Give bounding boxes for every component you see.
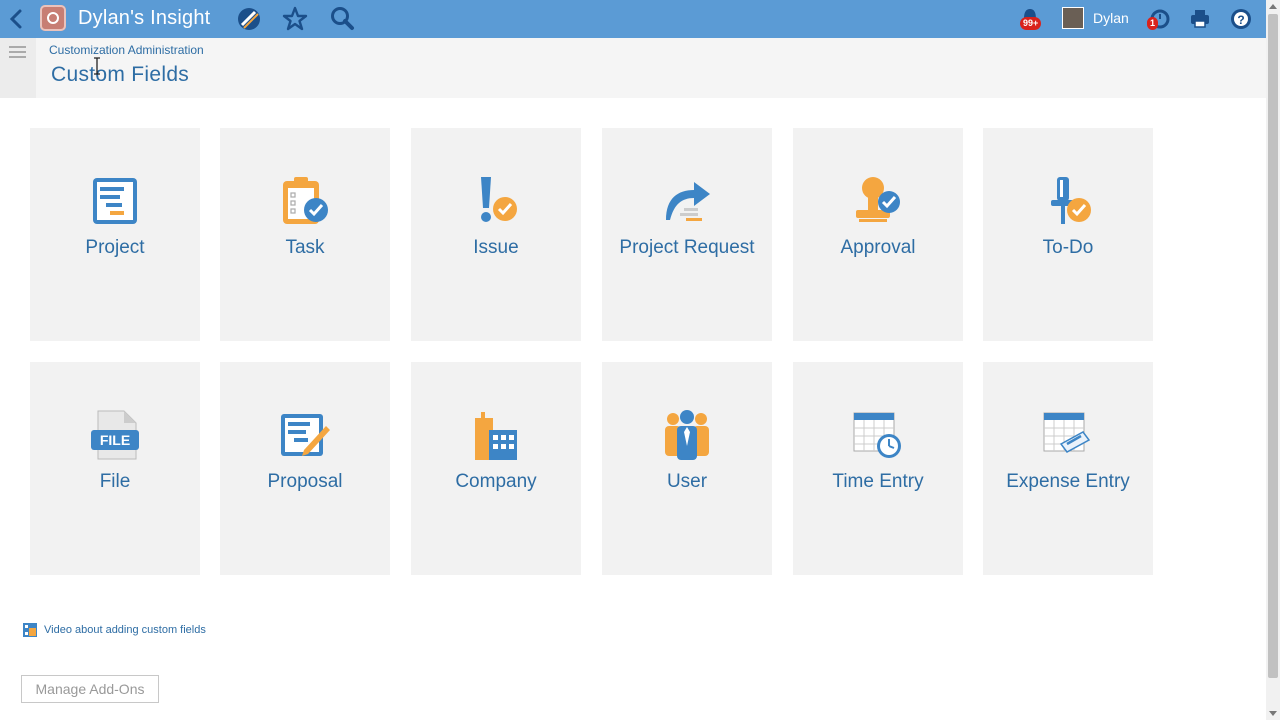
- task-icon: [283, 177, 328, 224]
- search-icon[interactable]: [328, 5, 356, 33]
- file-icon-text: FILE: [100, 432, 130, 448]
- video-link-text[interactable]: Video about adding custom fields: [44, 624, 206, 636]
- project-icon: [93, 178, 137, 224]
- page-header: Customization Administration Custom Fiel…: [0, 38, 1266, 98]
- manage-addons-button[interactable]: Manage Add-Ons: [21, 675, 159, 703]
- app-title[interactable]: Dylan's Insight: [78, 7, 210, 30]
- tile-expense-entry[interactable]: Expense Entry: [983, 362, 1153, 575]
- hamburger-menu-button[interactable]: [0, 38, 36, 98]
- back-arrow-icon[interactable]: [6, 8, 26, 30]
- favorites-star-icon[interactable]: [281, 5, 309, 33]
- file-icon: FILE: [91, 410, 139, 460]
- time-entry-icon: [853, 412, 901, 458]
- tile-label: Expense Entry: [1006, 471, 1130, 492]
- print-icon[interactable]: [1186, 5, 1214, 33]
- help-icon[interactable]: ?: [1227, 5, 1255, 33]
- page-title: Custom Fields: [51, 63, 190, 86]
- tile-proposal[interactable]: Proposal: [220, 362, 390, 575]
- approval-icon: [856, 177, 900, 222]
- tile-label: Project: [85, 237, 145, 258]
- text-cursor-icon: [94, 57, 100, 75]
- tile-label: Approval: [840, 237, 916, 258]
- user-avatar[interactable]: [1062, 7, 1084, 29]
- company-icon: [475, 412, 517, 460]
- tile-time-entry[interactable]: Time Entry: [793, 362, 963, 575]
- todo-icon: [1051, 177, 1091, 224]
- tile-label: Company: [455, 471, 537, 492]
- tile-label: Task: [285, 237, 325, 258]
- breadcrumb[interactable]: Customization Administration: [49, 43, 204, 57]
- scroll-up-icon[interactable]: [1269, 4, 1277, 9]
- top-bar: Dylan's Insight 99+ Dylan 1 ?: [0, 0, 1266, 38]
- tile-task[interactable]: Task: [220, 128, 390, 341]
- tile-label: File: [99, 471, 131, 492]
- pin-app-icon[interactable]: [235, 5, 263, 33]
- tile-label: Time Entry: [832, 471, 924, 492]
- tile-approval[interactable]: Approval: [793, 128, 963, 341]
- svg-text:?: ?: [1237, 13, 1244, 27]
- alerts-badge: 1: [1147, 17, 1159, 30]
- tile-label: Issue: [473, 237, 519, 258]
- issue-icon: [481, 177, 517, 222]
- proposal-icon: [281, 414, 330, 456]
- tile-project-request[interactable]: Project Request: [602, 128, 772, 341]
- expense-entry-icon: [1043, 412, 1091, 453]
- tile-label: User: [666, 471, 708, 492]
- tile-user[interactable]: User: [602, 362, 772, 575]
- tile-company[interactable]: Company: [411, 362, 581, 575]
- user-icon: [665, 410, 709, 460]
- user-name[interactable]: Dylan: [1093, 10, 1129, 26]
- tile-project[interactable]: Project: [30, 128, 200, 341]
- scroll-down-icon[interactable]: [1269, 711, 1277, 716]
- video-link[interactable]: Video about adding custom fields: [22, 622, 206, 638]
- video-icon: [23, 623, 37, 637]
- tile-issue[interactable]: Issue: [411, 128, 581, 341]
- tile-label: To-Do: [1042, 237, 1094, 258]
- project-request-icon: [666, 182, 710, 221]
- tile-file[interactable]: FILE File: [30, 362, 200, 575]
- notifications-badge: 99+: [1020, 17, 1042, 30]
- app-logo[interactable]: [40, 5, 66, 31]
- scrollbar-thumb[interactable]: [1268, 14, 1278, 678]
- tile-todo[interactable]: To-Do: [983, 128, 1153, 341]
- tile-label: Proposal: [267, 471, 343, 492]
- tile-label: Project Request: [619, 237, 755, 258]
